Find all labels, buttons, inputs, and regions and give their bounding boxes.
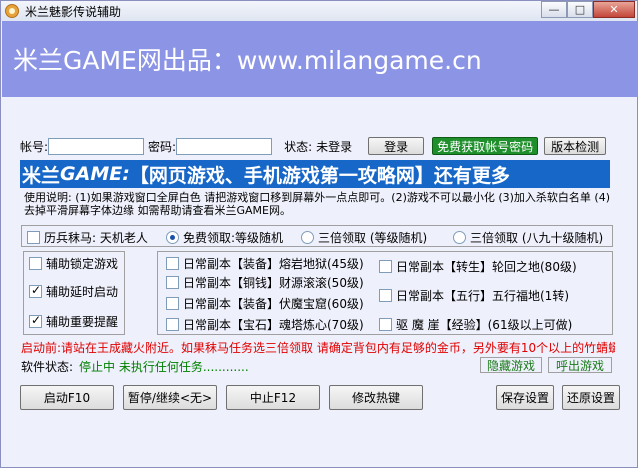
show-game-button[interactable]: 呼出游戏 — [548, 357, 612, 373]
hide-game-button[interactable]: 隐藏游戏 — [480, 357, 542, 373]
aux-important-reminder-checkbox[interactable] — [29, 313, 42, 328]
banner-text: 米兰GAME网出品：www.milangame.cn — [13, 46, 482, 75]
close-button[interactable]: ✕ — [593, 1, 635, 18]
aux-delay-start-checkbox[interactable] — [29, 283, 42, 298]
daily-left-item[interactable]: 日常副本【装备】伏魔宝窟(60级) — [166, 295, 364, 312]
daily-right-item[interactable]: 驱 魔 崖【经验】(61级以上可做) — [379, 316, 572, 333]
pause-resume-button[interactable]: 暂停/继续<无> — [123, 385, 217, 410]
account-label: 帐号: — [20, 139, 49, 154]
daily-right-label: 日常副本【五行】五行福地(1转) — [396, 289, 569, 303]
option-free-claim[interactable]: 免费领取:等级随机 — [166, 229, 283, 246]
daily-left-item[interactable]: 日常副本【铜钱】财源滚滚(50级) — [166, 274, 364, 291]
title-bar: 米兰魅影传说辅助 — □ ✕ — [1, 1, 637, 21]
software-status-row: 软件状态: 停止中 未执行任何任务............ — [21, 357, 249, 375]
option-triple-high[interactable]: 三倍领取 (八九十级随机) — [453, 229, 603, 246]
aux-lock-game-label: 辅助锁定游戏 — [46, 257, 119, 271]
libing-moma-checkbox[interactable] — [27, 231, 40, 244]
triple-random-label: 三倍领取 (等级随机) — [318, 231, 428, 245]
app-icon — [5, 4, 19, 18]
free-claim-radio[interactable] — [166, 231, 179, 244]
promo-banner[interactable]: 米兰 GAME: 【网页游戏、手机游戏第一攻略网】还有更多 — [20, 160, 610, 188]
daily-left-label: 日常副本【宝石】魂塔炼心(70级) — [183, 318, 364, 332]
promo-game: GAME: — [60, 163, 130, 185]
daily-left-item[interactable]: 日常副本【装备】熔岩地狱(45级) — [166, 255, 364, 272]
start-button[interactable]: 启动F10 — [20, 385, 114, 410]
minimize-button[interactable]: — — [541, 1, 567, 18]
aux-delay-start[interactable]: 辅助延时启动 — [29, 283, 118, 300]
version-check-button[interactable]: 版本检测 — [544, 137, 607, 155]
maximize-button[interactable]: □ — [567, 1, 593, 18]
libing-moma-label: 历兵秣马: 天机老人 — [44, 231, 148, 245]
aux-important-reminder-label: 辅助重要提醒 — [46, 315, 119, 329]
login-button[interactable]: 登录 — [368, 137, 425, 155]
triple-high-label: 三倍领取 (八九十级随机) — [470, 231, 604, 245]
daily-right-label: 驱 魔 崖【经验】(61级以上可做) — [396, 318, 573, 332]
daily-left-label: 日常副本【铜钱】财源滚滚(50级) — [183, 276, 364, 290]
daily-left-checkbox[interactable] — [166, 318, 179, 331]
daily-right-checkbox[interactable] — [379, 318, 392, 331]
daily-left-checkbox[interactable] — [166, 276, 179, 289]
password-input[interactable] — [176, 137, 273, 155]
main-window: 米兰魅影传说辅助 — □ ✕ 米兰GAME网出品：www.milangame.c… — [0, 0, 638, 468]
daily-right-item[interactable]: 日常副本【转生】轮回之地(80级) — [379, 258, 577, 275]
triple-high-radio[interactable] — [453, 231, 466, 244]
option-triple-random[interactable]: 三倍领取 (等级随机) — [301, 229, 427, 246]
free-account-button[interactable]: 免费获取帐号密码 — [432, 137, 539, 155]
modify-hotkey-button[interactable]: 修改热键 — [329, 385, 423, 410]
daily-left-label: 日常副本【装备】熔岩地狱(45级) — [183, 257, 364, 271]
window-controls: — □ ✕ — [541, 1, 635, 18]
aux-lock-game[interactable]: 辅助锁定游戏 — [29, 255, 118, 272]
option-libing-moma[interactable]: 历兵秣马: 天机老人 — [27, 229, 148, 246]
daily-left-checkbox[interactable] — [166, 257, 179, 270]
daily-right-label: 日常副本【转生】轮回之地(80级) — [396, 260, 577, 274]
notice-text: 启动前:请站在王成藏火附近。如果秣马任务选三倍领取 请确定背包内有足够的金币，另… — [21, 341, 615, 355]
aux-important-reminder[interactable]: 辅助重要提醒 — [29, 313, 118, 330]
banner: 米兰GAME网出品：www.milangame.cn — [2, 21, 638, 97]
daily-right-item[interactable]: 日常副本【五行】五行福地(1转) — [379, 287, 569, 304]
daily-left-label: 日常副本【装备】伏魔宝窟(60级) — [183, 297, 364, 311]
daily-left-item[interactable]: 日常副本【宝石】魂塔炼心(70级) — [166, 316, 364, 333]
promo-text: 【网页游戏、手机游戏第一攻略网】还有更多 — [129, 164, 510, 187]
status-label: 状态: — [284, 139, 313, 154]
instructions-text: 使用说明: (1)如果游戏窗口全屏白色 请把游戏窗口移到屏幕外一点点即可。(2)… — [24, 191, 611, 217]
daily-right-checkbox[interactable] — [379, 260, 392, 273]
aux-delay-start-label: 辅助延时启动 — [46, 285, 119, 299]
daily-left-checkbox[interactable] — [166, 297, 179, 310]
account-input[interactable] — [48, 137, 145, 155]
promo-prefix: 米兰 — [22, 164, 61, 187]
login-status-value: 未登录 — [316, 139, 353, 154]
stop-button[interactable]: 中止F12 — [226, 385, 320, 410]
triple-random-radio[interactable] — [301, 231, 314, 244]
software-status-value: 停止中 未执行任何任务............ — [79, 359, 249, 374]
password-label: 密码: — [148, 139, 177, 154]
aux-lock-game-checkbox[interactable] — [29, 257, 42, 270]
software-status-label: 软件状态: — [21, 359, 74, 374]
login-row: 帐号: 密码: 状态: 未登录 登录 免费获取帐号密码 版本检测 — [20, 137, 607, 155]
daily-right-checkbox[interactable] — [379, 289, 392, 302]
save-settings-button[interactable]: 保存设置 — [496, 385, 554, 410]
restore-settings-button[interactable]: 还原设置 — [562, 385, 620, 410]
free-claim-label: 免费领取:等级随机 — [183, 231, 284, 245]
window-title: 米兰魅影传说辅助 — [25, 4, 122, 19]
